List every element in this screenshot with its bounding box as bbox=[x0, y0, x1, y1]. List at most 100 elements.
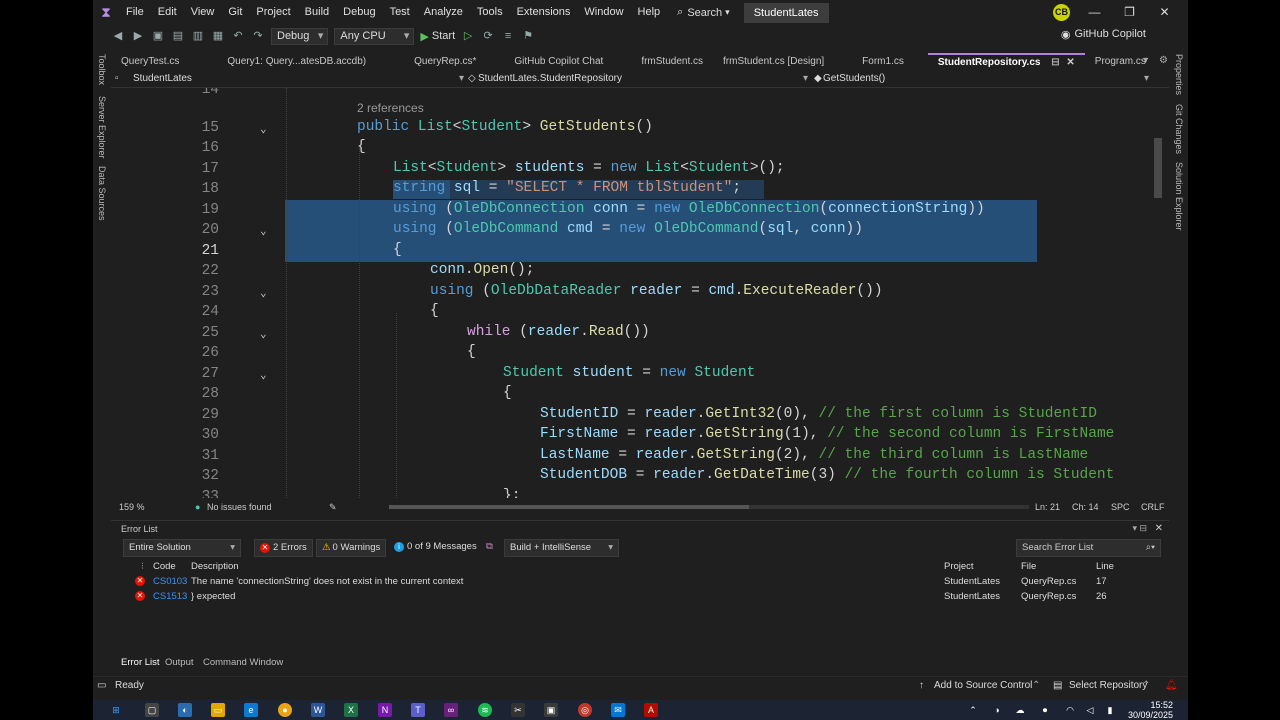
error-code[interactable]: CS0103 bbox=[153, 576, 187, 587]
error-code[interactable]: CS1513 bbox=[153, 591, 187, 602]
tab-queryrep[interactable]: QueryRep.cs* bbox=[376, 54, 486, 70]
minimize-icon[interactable]: — bbox=[1077, 0, 1112, 25]
tab-form1[interactable]: Form1.cs bbox=[834, 54, 914, 70]
teams-icon[interactable]: T bbox=[411, 703, 425, 717]
collapse-icon[interactable]: ⌄ bbox=[260, 327, 267, 341]
close-icon[interactable]: ✕ bbox=[1155, 523, 1163, 534]
comment-icon[interactable]: ≡ bbox=[501, 29, 515, 43]
taskview-icon[interactable]: ▢ bbox=[145, 703, 159, 717]
search-error-list-input[interactable]: Search Error List ⌕▾ bbox=[1016, 539, 1161, 557]
copilot-app-icon[interactable]: ◐ bbox=[178, 703, 192, 717]
platform-select[interactable]: Any CPU bbox=[334, 27, 415, 45]
tab-copilot-chat[interactable]: GitHub Copilot Chat bbox=[486, 54, 613, 70]
filter-icon[interactable]: ⧉ bbox=[486, 539, 493, 555]
tab-query1[interactable]: Query1: Query...atesDB.accdb) bbox=[189, 54, 376, 70]
warnings-filter[interactable]: ⚠ 0 Warnings bbox=[316, 539, 387, 557]
configuration-select[interactable]: Debug bbox=[271, 27, 329, 45]
pin-icon[interactable]: ⊟ bbox=[1051, 57, 1059, 68]
app-icon[interactable]: ▣ bbox=[544, 703, 558, 717]
wifi-icon[interactable]: ◠ bbox=[1063, 703, 1077, 717]
tray-icon[interactable]: ◑ bbox=[990, 703, 1004, 717]
solution-explorer-tab[interactable]: Solution Explorer bbox=[1174, 162, 1184, 231]
column-description[interactable]: Description bbox=[191, 561, 239, 572]
restore-icon[interactable]: ❐ bbox=[1112, 0, 1147, 25]
outlook-icon[interactable]: ✉ bbox=[611, 703, 625, 717]
edge-icon[interactable]: e bbox=[244, 703, 258, 717]
scroll-thumb[interactable] bbox=[1154, 138, 1162, 198]
search-box[interactable]: ⌕ Search ▾ bbox=[677, 6, 730, 19]
close-icon[interactable]: ✕ bbox=[1066, 57, 1074, 68]
tab-frmstudent[interactable]: frmStudent.cs bbox=[613, 54, 713, 70]
table-row[interactable]: ✕ CS0103 The name 'connectionString' doe… bbox=[111, 576, 1151, 591]
references-codelens[interactable]: 2 references bbox=[357, 101, 424, 115]
new-item-icon[interactable]: ▣ bbox=[151, 29, 165, 43]
horizontal-scrollbar[interactable] bbox=[389, 505, 1029, 509]
class-dropdown[interactable]: StudentLates.StudentRepository bbox=[478, 73, 622, 84]
redo-icon[interactable]: ↷ bbox=[251, 29, 265, 43]
add-to-source-control[interactable]: Add to Source Control bbox=[934, 680, 1032, 691]
zoom-level[interactable]: 159 % bbox=[119, 502, 145, 512]
server-explorer-tab[interactable]: Server Explorer bbox=[97, 96, 107, 159]
column-file[interactable]: File bbox=[1021, 561, 1036, 572]
whitespace-mode[interactable]: SPC bbox=[1111, 502, 1130, 512]
issues-status[interactable]: No issues found bbox=[207, 502, 272, 512]
chrome-icon[interactable]: ● bbox=[278, 703, 292, 717]
errors-filter[interactable]: ✕ 2 Errors bbox=[254, 539, 313, 557]
windows-start-icon[interactable]: ⊞ bbox=[109, 703, 123, 717]
onedrive-icon[interactable]: ☁ bbox=[1013, 703, 1027, 717]
tab-frmstudent-design[interactable]: frmStudent.cs [Design] bbox=[713, 54, 834, 70]
spotify-icon[interactable]: ≋ bbox=[478, 703, 492, 717]
properties-tab[interactable]: Properties bbox=[1174, 54, 1184, 95]
member-dropdown[interactable]: GetStudents() bbox=[823, 73, 885, 84]
menu-extensions[interactable]: Extensions bbox=[510, 0, 578, 25]
microphone-icon[interactable]: ⏺ bbox=[1038, 703, 1052, 717]
messages-filter[interactable]: i0 of 9 Messages bbox=[394, 539, 477, 555]
app-icon[interactable]: ◎ bbox=[578, 703, 592, 717]
menu-project[interactable]: Project bbox=[249, 0, 297, 25]
battery-icon[interactable]: ▮ bbox=[1103, 703, 1117, 717]
hot-reload-icon[interactable]: ⟳ bbox=[481, 29, 495, 43]
save-icon[interactable]: ▥ bbox=[191, 29, 205, 43]
close-icon[interactable]: ✕ bbox=[1147, 0, 1182, 25]
menu-git[interactable]: Git bbox=[221, 0, 249, 25]
acrobat-icon[interactable]: A bbox=[644, 703, 658, 717]
visual-studio-taskbar-icon[interactable]: ∞ bbox=[444, 703, 458, 717]
table-row[interactable]: ✕ CS1513 } expected StudentLates QueryRe… bbox=[111, 591, 1151, 606]
undo-icon[interactable]: ↶ bbox=[231, 29, 245, 43]
menu-build[interactable]: Build bbox=[298, 0, 336, 25]
build-filter-select[interactable]: Build + IntelliSense ▾ bbox=[504, 539, 619, 557]
collapse-icon[interactable]: ⌄ bbox=[260, 122, 267, 136]
settings-icon[interactable]: ⚙ bbox=[1159, 55, 1168, 66]
column-line[interactable]: Line bbox=[1096, 561, 1114, 572]
menu-edit[interactable]: Edit bbox=[151, 0, 184, 25]
scroll-thumb[interactable] bbox=[389, 505, 749, 509]
tab-querytest[interactable]: QueryTest.cs bbox=[111, 54, 189, 70]
menu-window[interactable]: Window bbox=[577, 0, 630, 25]
tab-error-list[interactable]: Error List bbox=[121, 657, 160, 668]
brush-icon[interactable]: ✎ bbox=[329, 502, 337, 513]
github-copilot-button[interactable]: ◉ GitHub Copilot bbox=[1061, 28, 1146, 41]
select-repository[interactable]: Select Repository bbox=[1069, 680, 1147, 691]
code-editor[interactable]: 14 2 references 15 16 17 18 19 20 21 22 … bbox=[111, 88, 1151, 498]
notification-icon[interactable]: 🔔︎ bbox=[1165, 680, 1178, 691]
collapse-icon[interactable]: ⌄ bbox=[260, 286, 267, 300]
toolbox-tab[interactable]: Toolbox bbox=[97, 54, 107, 85]
open-icon[interactable]: ▤ bbox=[171, 29, 185, 43]
git-changes-tab[interactable]: Git Changes bbox=[1174, 104, 1184, 154]
collapse-icon[interactable]: ⌄ bbox=[260, 368, 267, 382]
menu-view[interactable]: View bbox=[184, 0, 222, 25]
onenote-icon[interactable]: N bbox=[378, 703, 392, 717]
project-dropdown[interactable]: StudentLates bbox=[133, 73, 192, 84]
tab-list-icon[interactable]: ▾ bbox=[1143, 55, 1148, 66]
snipping-tool-icon[interactable]: ✂ bbox=[511, 703, 525, 717]
scope-select[interactable]: Entire Solution ▾ bbox=[123, 539, 241, 557]
menu-test[interactable]: Test bbox=[383, 0, 417, 25]
line-ending[interactable]: CRLF bbox=[1141, 502, 1165, 512]
avatar[interactable]: CB bbox=[1053, 4, 1070, 21]
chevron-up-icon[interactable]: ⌃ bbox=[966, 703, 980, 717]
back-icon[interactable]: ◀ bbox=[111, 29, 125, 43]
tab-studentrepository[interactable]: StudentRepository.cs ⊟ ✕ bbox=[927, 53, 1085, 71]
bookmark-icon[interactable]: ⚑ bbox=[521, 29, 535, 43]
vertical-scrollbar[interactable] bbox=[1151, 88, 1165, 498]
tab-output[interactable]: Output bbox=[165, 657, 194, 668]
